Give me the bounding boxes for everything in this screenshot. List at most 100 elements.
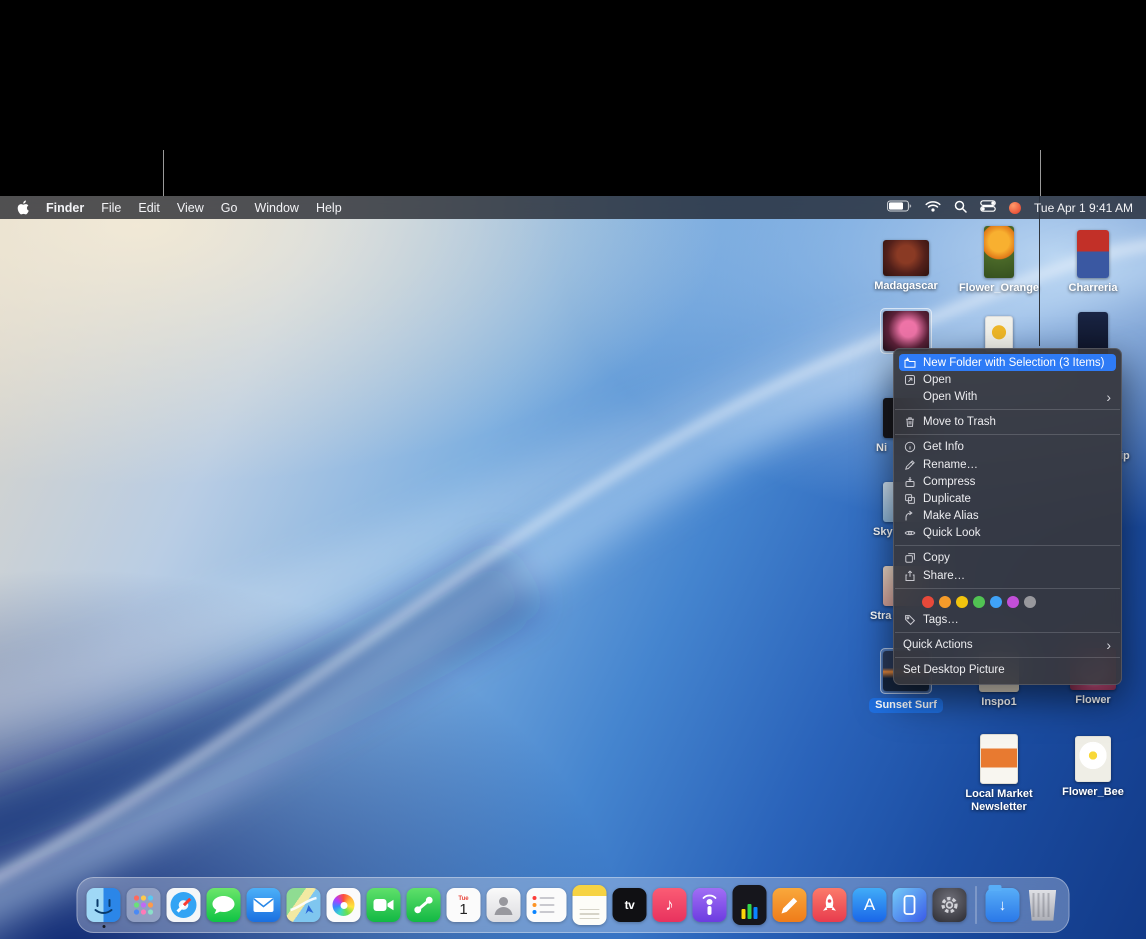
tag-green-dot[interactable]	[973, 596, 985, 608]
context-menu-item-make-alias[interactable]: Make Alias	[894, 508, 1121, 525]
dock-pencil-app-icon[interactable]	[773, 888, 807, 922]
menu-edit[interactable]: Edit	[138, 201, 160, 215]
wifi-icon[interactable]	[925, 200, 941, 215]
dock-mail-icon[interactable]	[247, 888, 281, 922]
context-menu-item-open[interactable]: Open	[894, 371, 1121, 388]
context-menu-item-set-desktop-picture[interactable]: Set Desktop Picture	[894, 662, 1121, 679]
desktop-icon-flower-orange[interactable]: Flower_Orange	[955, 226, 1043, 295]
context-menu-item-get-info[interactable]: Get Info	[894, 439, 1121, 456]
dock-chart-app-icon[interactable]	[733, 885, 767, 925]
context-menu-item-compress[interactable]: Compress	[894, 473, 1121, 490]
tag-gray-dot[interactable]	[1024, 596, 1036, 608]
dock-launchpad-icon[interactable]	[127, 888, 161, 922]
dock-phone-icon[interactable]	[407, 888, 441, 922]
context-menu-item-new-folder-with-selection[interactable]: New Folder with Selection (3 Items)	[899, 354, 1116, 371]
dock-iphone-mirroring-icon[interactable]	[893, 888, 927, 922]
desktop-icon-madagascar[interactable]: Madagascar	[862, 240, 950, 293]
battery-icon[interactable]	[887, 200, 912, 215]
dock-messages-icon[interactable]	[207, 888, 241, 922]
dock-app-store-icon[interactable]: A	[853, 888, 887, 922]
file-label-partial: Stra	[862, 610, 891, 623]
menu-bar-clock[interactable]: Tue Apr 1 9:41 AM	[1034, 201, 1133, 215]
red-status-icon[interactable]	[1009, 202, 1021, 214]
tag-orange-dot[interactable]	[939, 596, 951, 608]
file-thumbnail	[1075, 736, 1111, 782]
reminder-row	[533, 903, 555, 907]
context-menu-item-tags[interactable]: Tags…	[894, 611, 1121, 628]
context-menu-item-move-to-trash[interactable]: Move to Trash	[894, 414, 1121, 431]
calendar-day: 1	[459, 902, 467, 919]
menu-finder[interactable]: Finder	[46, 201, 84, 215]
dock-maps-icon[interactable]	[287, 888, 321, 922]
music-note-glyph: ♪	[665, 895, 674, 915]
context-menu-item-label: Quick Look	[923, 527, 981, 539]
menu-window[interactable]: Window	[254, 201, 298, 215]
menu-go[interactable]: Go	[221, 201, 238, 215]
tag-red-dot[interactable]	[922, 596, 934, 608]
tag-yellow-dot[interactable]	[956, 596, 968, 608]
desktop-icon-small-flower[interactable]	[955, 316, 1043, 352]
photos-center	[340, 902, 347, 909]
context-menu-item-label: Compress	[923, 476, 975, 488]
context-menu-item-quick-look[interactable]: Quick Look	[894, 525, 1121, 542]
dock-music-icon[interactable]: ♪	[653, 888, 687, 922]
dock-system-settings-icon[interactable]	[933, 888, 967, 922]
context-menu-item-rename[interactable]: Rename…	[894, 456, 1121, 473]
context-menu-item-label: Share…	[923, 570, 965, 582]
menu-separator	[895, 632, 1120, 633]
dock-trash-icon[interactable]	[1026, 888, 1060, 922]
context-menu-item-duplicate[interactable]: Duplicate	[894, 490, 1121, 507]
dock-finder-icon[interactable]	[87, 888, 121, 922]
menu-view[interactable]: View	[177, 201, 204, 215]
dock: Tue 1 tv ♪	[77, 877, 1070, 933]
callout-line-right	[1040, 150, 1041, 196]
download-arrow-glyph: ↓	[999, 897, 1007, 914]
dock-downloads-folder-icon[interactable]: ↓	[986, 888, 1020, 922]
context-menu-item-copy[interactable]: Copy	[894, 550, 1121, 567]
context-menu-item-label: Duplicate	[923, 493, 971, 505]
dock-reminders-icon[interactable]	[527, 888, 567, 922]
info-icon	[903, 441, 916, 453]
dock-facetime-icon[interactable]	[367, 888, 401, 922]
file-label: Flower	[1075, 694, 1110, 707]
desktop-icon-flower-bee[interactable]: Flower_Bee	[1049, 736, 1137, 799]
trash-icon	[903, 416, 916, 428]
menu-separator	[895, 409, 1120, 410]
dock-notes-icon[interactable]	[573, 885, 607, 925]
trash-mesh-texture	[1033, 893, 1053, 917]
duplicate-icon	[903, 493, 916, 505]
context-menu-item-share[interactable]: Share…	[894, 567, 1121, 584]
dock-calendar-icon[interactable]: Tue 1	[447, 888, 481, 922]
dock-photos-icon[interactable]	[327, 888, 361, 922]
file-label: Charreria	[1069, 282, 1118, 295]
chart-bar	[742, 909, 746, 919]
mac-desktop: Finder File Edit View Go Window Help	[0, 196, 1146, 939]
dock-safari-icon[interactable]	[167, 888, 201, 922]
chart-bar	[748, 904, 752, 919]
submenu-chevron-icon: ›	[1106, 638, 1111, 652]
context-menu-item-quick-actions[interactable]: Quick Actions ›	[894, 636, 1121, 653]
submenu-chevron-icon: ›	[1106, 390, 1111, 404]
dock-apple-tv-icon[interactable]: tv	[613, 888, 647, 922]
dock-contacts-icon[interactable]	[487, 888, 521, 922]
desktop-icon-charreria[interactable]: Charreria	[1049, 230, 1137, 295]
search-icon[interactable]	[954, 200, 967, 216]
file-label: Flower_Orange	[959, 282, 1039, 295]
compass-needle	[176, 898, 190, 912]
dock-podcasts-icon[interactable]	[693, 888, 727, 922]
photos-pinwheel	[333, 894, 355, 916]
tag-purple-dot[interactable]	[1007, 596, 1019, 608]
menu-help[interactable]: Help	[316, 201, 342, 215]
desktop-icon-local-market-newsletter[interactable]: Local Market Newsletter	[955, 734, 1043, 814]
menu-file[interactable]: File	[101, 201, 121, 215]
apple-menu-icon[interactable]	[17, 200, 29, 215]
running-indicator	[102, 925, 105, 928]
tag-blue-dot[interactable]	[990, 596, 1002, 608]
control-center-icon[interactable]	[980, 200, 996, 215]
dock-rocket-app-icon[interactable]	[813, 888, 847, 922]
callout-line-left	[163, 150, 164, 196]
file-thumbnail	[1077, 230, 1109, 278]
context-menu-item-open-with[interactable]: Open With ›	[894, 388, 1121, 405]
tag-icon	[903, 614, 916, 626]
reminder-row	[533, 896, 555, 900]
